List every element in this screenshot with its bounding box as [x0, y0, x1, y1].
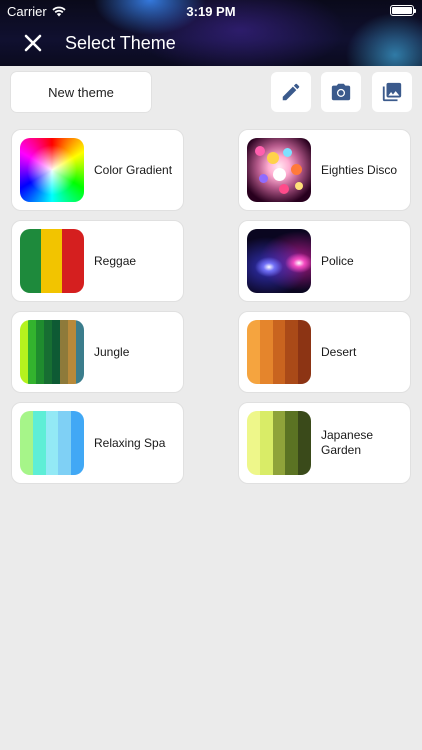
theme-card-relaxing-spa[interactable]: Relaxing Spa [11, 402, 184, 484]
color-stripe [259, 320, 273, 384]
theme-card-desert[interactable]: Desert [238, 311, 411, 393]
pencil-icon [282, 83, 300, 101]
theme-thumbnail [247, 411, 311, 475]
color-stripe [20, 320, 28, 384]
navigation-bar: Select Theme [0, 22, 422, 66]
color-stripe [44, 320, 52, 384]
theme-name: Reggae [94, 253, 137, 268]
color-stripe [285, 320, 299, 384]
camera-button[interactable] [321, 72, 361, 112]
edit-button[interactable] [271, 72, 311, 112]
theme-thumbnail [20, 138, 84, 202]
color-stripe [20, 411, 33, 475]
color-stripe [52, 320, 60, 384]
color-stripe [60, 320, 68, 384]
photo-library-icon [382, 82, 402, 102]
color-stripe [71, 411, 84, 475]
header: Carrier 3:19 PM Select Theme [0, 0, 422, 66]
color-stripe [247, 320, 260, 384]
clock: 3:19 PM [186, 4, 236, 19]
theme-card-color-gradient[interactable]: Color Gradient [11, 129, 184, 211]
color-stripe [298, 320, 311, 384]
color-stripe [58, 411, 72, 475]
theme-thumbnail [247, 320, 311, 384]
photo-library-button[interactable] [372, 72, 412, 112]
battery-level [392, 7, 412, 14]
theme-card-japanese-garden[interactable]: Japanese Garden [238, 402, 411, 484]
theme-name: Desert [321, 344, 357, 359]
disco-light [283, 148, 292, 157]
theme-thumbnail [20, 229, 84, 293]
color-stripe [76, 320, 84, 384]
color-stripe [28, 320, 36, 384]
disco-light [279, 184, 289, 194]
theme-card-eighties-disco[interactable]: Eighties Disco [238, 129, 411, 211]
disco-light [291, 164, 302, 175]
theme-name: Eighties Disco [321, 162, 398, 177]
theme-card-police[interactable]: Police [238, 220, 411, 302]
theme-thumbnail [20, 411, 84, 475]
color-stripe [68, 320, 76, 384]
color-stripe [247, 411, 260, 475]
status-bar: Carrier 3:19 PM [0, 0, 422, 22]
disco-light [259, 174, 268, 183]
theme-card-jungle[interactable]: Jungle [11, 311, 184, 393]
disco-light [267, 152, 279, 164]
battery-tip [414, 9, 416, 13]
color-stripe [259, 411, 273, 475]
color-stripe [32, 411, 46, 475]
camera-icon [331, 83, 351, 101]
new-theme-button[interactable]: New theme [11, 72, 151, 112]
color-stripe [272, 411, 286, 475]
theme-name: Police [321, 253, 354, 268]
theme-thumbnail [247, 229, 311, 293]
disco-light [273, 168, 286, 181]
color-stripe [285, 411, 299, 475]
disco-light [295, 182, 303, 190]
page-title: Select Theme [65, 33, 176, 53]
disco-light [255, 146, 265, 156]
theme-name: Color Gradient [94, 162, 173, 177]
color-stripe [272, 320, 286, 384]
theme-name: Japanese Garden [321, 428, 374, 457]
close-icon[interactable] [22, 32, 44, 54]
theme-thumbnail [20, 320, 84, 384]
theme-name: Jungle [94, 344, 130, 359]
theme-name: Relaxing Spa [94, 435, 166, 450]
color-stripe [36, 320, 44, 384]
color-stripe [298, 411, 311, 475]
battery-icon [390, 5, 416, 16]
color-stripe [45, 411, 59, 475]
theme-card-reggae[interactable]: Reggae [11, 220, 184, 302]
theme-thumbnail [247, 138, 311, 202]
